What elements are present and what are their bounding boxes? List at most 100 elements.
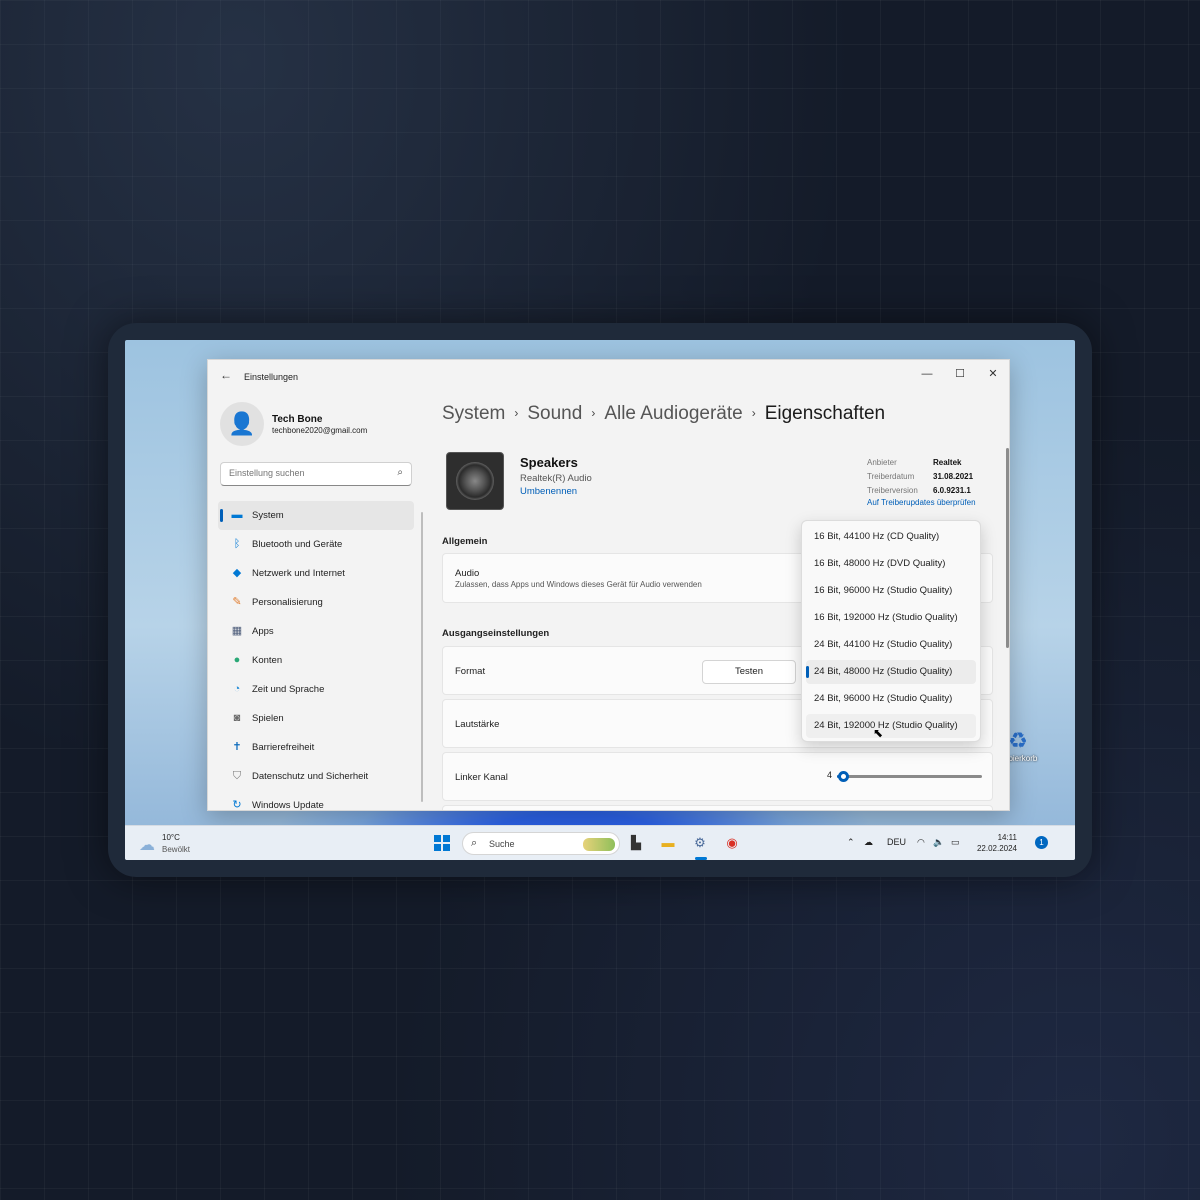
settings-window: ← Einstellungen — ☐ ✕ 👤 Tech Bone techbo…	[207, 359, 1010, 811]
slider-thumb[interactable]	[837, 771, 849, 782]
sidebar-item-label: Zeit und Sprache	[252, 684, 325, 695]
task-view-icon[interactable]: ▙	[627, 834, 645, 852]
sidebar-item-5[interactable]: ● Konten	[218, 646, 414, 675]
sidebar-item-10[interactable]: ↻ Windows Update	[218, 791, 414, 811]
left-channel-card: Linker Kanal 4	[442, 752, 993, 801]
left-channel-slider[interactable]	[837, 771, 982, 782]
bluetooth-icon: ᛒ	[233, 538, 241, 550]
audio-description: Zulassen, dass Apps und Windows dieses G…	[455, 580, 702, 589]
taskbar-search-label: Suche	[489, 839, 515, 849]
wifi-icon[interactable]: ◠	[917, 837, 925, 848]
format-option[interactable]: 24 Bit, 44100 Hz (Studio Quality)	[806, 633, 976, 657]
update-icon: ↻	[232, 799, 242, 811]
format-option-label: 16 Bit, 192000 Hz (Studio Quality)	[814, 612, 958, 623]
search-icon: ⌕	[471, 837, 478, 849]
format-option[interactable]: 16 Bit, 44100 Hz (CD Quality)	[806, 525, 976, 549]
breadcrumb: System › Sound › Alle Audiogeräte › Eigenschaf…	[442, 403, 885, 425]
sidebar-item-label: Apps	[252, 626, 274, 637]
file-explorer-icon[interactable]: ▬	[659, 834, 677, 852]
driver-update-link[interactable]: Auf Treiberupdates überprüfen	[867, 498, 976, 507]
sidebar-item-8[interactable]: ✝ Barrierefreiheit	[218, 733, 414, 762]
rename-link[interactable]: Umbenennen	[520, 486, 577, 497]
sidebar-item-1[interactable]: ᛒ Bluetooth und Geräte	[218, 530, 414, 559]
settings-gear-icon[interactable]: ⚙	[691, 834, 709, 852]
sidebar-item-3[interactable]: ✎ Personalisierung	[218, 588, 414, 617]
profile-name: Tech Bone	[272, 414, 323, 425]
minimize-button[interactable]: —	[912, 364, 942, 384]
taskbar-search[interactable]: ⌕ Suche	[462, 832, 620, 855]
format-option[interactable]: 24 Bit, 96000 Hz (Studio Quality)	[806, 687, 976, 711]
search-icon[interactable]: ⌕	[397, 467, 403, 478]
clock-time: 14:11	[997, 833, 1017, 842]
sidebar-scrollbar[interactable]	[421, 512, 423, 802]
sidebar-item-label: System	[252, 510, 284, 521]
format-option[interactable]: 16 Bit, 192000 Hz (Studio Quality)	[806, 606, 976, 630]
format-option[interactable]: 24 Bit, 192000 Hz (Studio Quality)	[806, 714, 976, 738]
sidebar-item-label: Spielen	[252, 713, 284, 724]
left-channel-label: Linker Kanal	[455, 772, 508, 783]
weather-description[interactable]: Bewölkt	[162, 845, 190, 854]
cloud-icon[interactable]: ☁	[139, 835, 155, 855]
breadcrumb-system[interactable]: System	[442, 403, 505, 424]
sidebar-item-0[interactable]: ▬ System	[218, 501, 414, 530]
settings-search[interactable]: ⌕	[220, 462, 412, 486]
chevron-right-icon: ›	[751, 406, 756, 420]
sidebar-item-2[interactable]: ◆ Netzwerk und Internet	[218, 559, 414, 588]
clock[interactable]: 14:11 22.02.2024	[973, 832, 1017, 854]
shield-icon: ⛉	[232, 770, 242, 782]
mouse-cursor-icon: ⬉	[873, 726, 884, 740]
breadcrumb-all-devices[interactable]: Alle Audiogeräte	[604, 403, 742, 424]
close-button[interactable]: ✕	[978, 364, 1008, 384]
battery-icon[interactable]: ▭	[951, 837, 960, 848]
sidebar-item-label: Netzwerk und Internet	[252, 568, 345, 579]
sidebar-item-label: Personalisierung	[252, 597, 323, 608]
breadcrumb-sound[interactable]: Sound	[527, 403, 582, 424]
search-input[interactable]	[229, 468, 389, 478]
format-option-label: 24 Bit, 48000 Hz (Studio Quality)	[814, 666, 953, 677]
accessibility-icon: ✝	[232, 741, 242, 753]
search-highlight-image	[583, 838, 615, 851]
device-frame: ♻ Papierkorb ← Einstellungen — ☐ ✕ 👤 Tec…	[108, 323, 1092, 877]
device-subtitle: Realtek(R) Audio	[520, 473, 592, 484]
format-dropdown: 16 Bit, 44100 Hz (CD Quality) 16 Bit, 480…	[801, 520, 981, 742]
avatar: 👤	[220, 402, 264, 446]
chevron-right-icon: ›	[591, 406, 596, 420]
taskbar: ☁ 10°C Bewölkt ⌕ Suche ▙ ▬ ⚙ ◉ ⌃ ☁ DEU ◠…	[125, 825, 1075, 860]
chrome-icon[interactable]: ◉	[723, 834, 741, 852]
next-card	[442, 805, 993, 810]
speaker-icon	[446, 452, 504, 510]
driver-date-value: 31.08.2021	[933, 472, 974, 481]
format-option[interactable]: 16 Bit, 48000 Hz (DVD Quality)	[806, 552, 976, 576]
onedrive-cloud-icon[interactable]: ☁	[864, 837, 873, 848]
sidebar-item-6[interactable]: ◔ Zeit und Sprache	[218, 675, 414, 704]
sidebar-item-4[interactable]: ▦ Apps	[218, 617, 414, 646]
windows-start-icon[interactable]	[434, 835, 450, 851]
format-label: Format	[455, 666, 486, 677]
title-bar: ← Einstellungen — ☐ ✕	[208, 360, 1009, 390]
sidebar-item-label: Bluetooth und Geräte	[252, 539, 343, 550]
format-option-label: 16 Bit, 48000 Hz (DVD Quality)	[814, 558, 946, 569]
test-button[interactable]: Testen	[702, 660, 796, 684]
format-option[interactable]: 16 Bit, 96000 Hz (Studio Quality)	[806, 579, 976, 603]
format-option[interactable]: 24 Bit, 48000 Hz (Studio Quality)	[806, 660, 976, 684]
weather-temperature[interactable]: 10°C	[162, 833, 180, 842]
driver-values: Realtek 31.08.2021 6.0.9231.1	[933, 456, 973, 498]
driver-version-value: 6.0.9231.1	[933, 486, 971, 495]
sidebar-item-label: Datenschutz und Sicherheit	[252, 771, 369, 782]
active-app-indicator	[695, 857, 707, 860]
driver-labels: Anbieter Treiberdatum Treiberversion	[867, 456, 918, 498]
left-channel-value: 4	[827, 770, 833, 780]
chevron-up-icon[interactable]: ⌃	[847, 837, 855, 848]
format-option-label: 24 Bit, 44100 Hz (Studio Quality)	[814, 639, 953, 650]
format-option-label: 24 Bit, 192000 Hz (Studio Quality)	[814, 720, 958, 731]
back-arrow-icon[interactable]: ←	[220, 368, 232, 382]
sidebar-item-7[interactable]: ◙ Spielen	[218, 704, 414, 733]
sidebar-item-9[interactable]: ⛉ Datenschutz und Sicherheit	[218, 762, 414, 791]
main-scrollbar[interactable]	[1006, 448, 1009, 648]
output-heading: Ausgangseinstellungen	[442, 628, 550, 639]
maximize-button[interactable]: ☐	[945, 364, 975, 384]
speaker-volume-icon[interactable]: 🔈	[933, 837, 944, 848]
language-indicator[interactable]: DEU	[887, 837, 906, 847]
notification-badge[interactable]: 1	[1035, 836, 1048, 849]
chevron-right-icon: ›	[514, 406, 519, 420]
